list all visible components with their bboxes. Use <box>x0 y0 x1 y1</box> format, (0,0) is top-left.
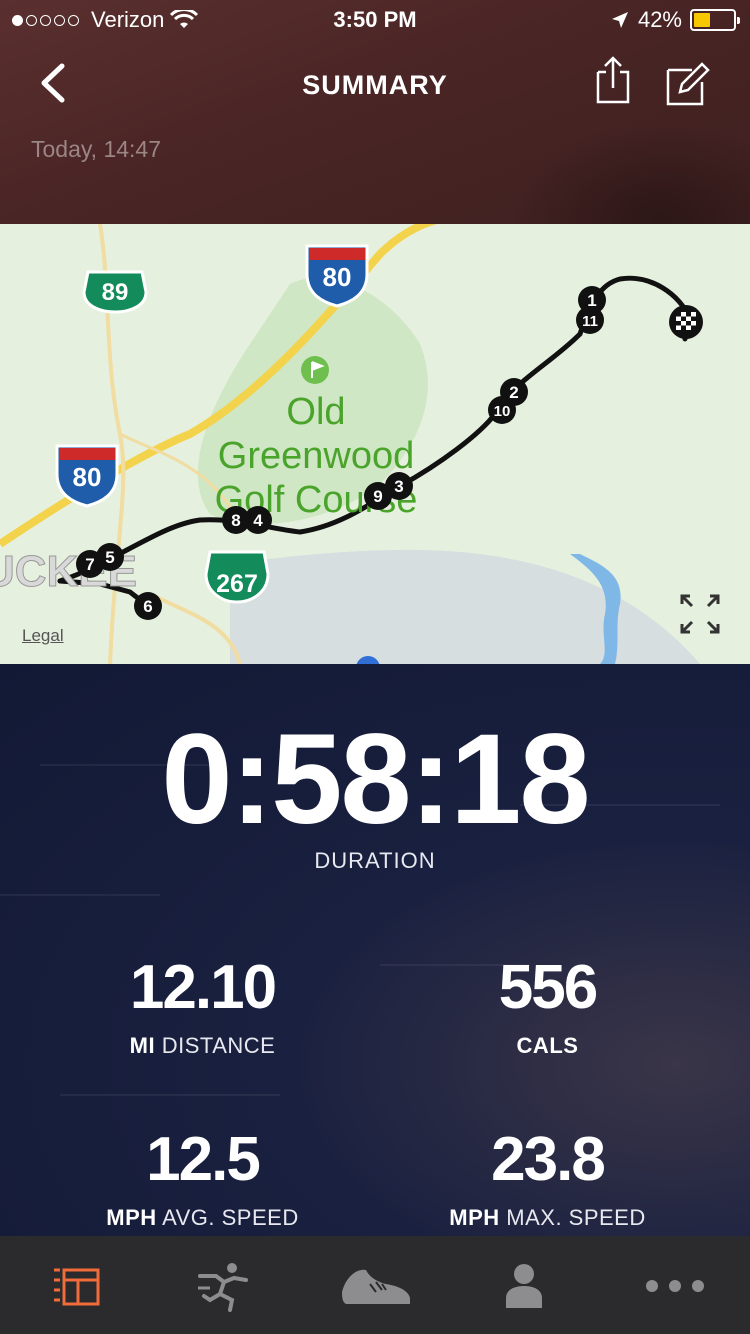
activity-date: Today, 14:47 <box>31 136 162 162</box>
split-marker-9: 9 <box>364 482 392 510</box>
tab-activity[interactable] <box>194 1258 254 1314</box>
legal-link[interactable]: Legal <box>22 626 64 646</box>
split-marker-7: 7 <box>76 550 104 578</box>
map-canvas: 89 80 80 267 Old Greenwood Golf Course U… <box>0 224 703 664</box>
interstate-80-shield-top: 80 <box>305 244 369 308</box>
expand-map-button[interactable] <box>678 592 722 636</box>
highway-267-shield: 267 <box>204 550 270 604</box>
status-right: 42% <box>610 7 740 33</box>
highway-89-shield: 89 <box>82 270 148 314</box>
svg-text:80: 80 <box>323 262 352 292</box>
feed-icon <box>54 1268 100 1306</box>
distance-label: MI DISTANCE <box>129 1033 276 1058</box>
svg-text:267: 267 <box>216 570 258 598</box>
svg-text:11: 11 <box>582 313 598 330</box>
tab-profile[interactable] <box>494 1258 554 1314</box>
stats-panel: 0:58:18 DURATION 12.10 MI DISTANCE 556 C… <box>0 664 750 1236</box>
avg-speed-value: 12.5 <box>146 1125 261 1194</box>
battery-icon <box>690 9 740 31</box>
page-title: SUMMARY <box>302 70 448 100</box>
distance-stat: 12.10 MI DISTANCE <box>15 957 390 1059</box>
calories-label: CALS <box>516 1033 579 1058</box>
split-marker-11: 11 <box>576 306 604 334</box>
finish-flag-icon <box>669 305 703 339</box>
tab-bar <box>0 1236 750 1334</box>
lake-area <box>230 549 700 664</box>
duration-value: 0:58:18 <box>161 708 590 851</box>
svg-text:6: 6 <box>143 597 152 616</box>
split-marker-6: 6 <box>134 592 162 620</box>
tab-feed[interactable] <box>46 1258 106 1314</box>
split-marker-8: 8 <box>222 506 250 534</box>
share-button[interactable] <box>590 54 636 108</box>
svg-text:7: 7 <box>85 555 94 574</box>
shoe-icon <box>342 1269 410 1304</box>
svg-text:80: 80 <box>73 462 102 492</box>
more-icon <box>646 1280 704 1292</box>
tab-shoes[interactable] <box>340 1258 412 1314</box>
svg-text:89: 89 <box>102 279 129 306</box>
activity-icon <box>198 1263 248 1312</box>
svg-text:9: 9 <box>373 487 382 506</box>
max-speed-stat: 23.8 MPH MAX. SPEED <box>360 1129 735 1231</box>
max-speed-label: MPH MAX. SPEED <box>449 1205 646 1230</box>
highway-267-road <box>149 592 242 664</box>
svg-text:5: 5 <box>105 548 114 567</box>
profile-icon <box>506 1264 542 1308</box>
duration-label: DURATION <box>314 848 436 873</box>
distance-value: 12.10 <box>129 953 277 1022</box>
header: Verizon 3:50 PM 42% SUMMARY Today, 14:47 <box>0 0 750 224</box>
route-map[interactable]: 89 80 80 267 Old Greenwood Golf Course U… <box>0 224 750 664</box>
svg-text:4: 4 <box>253 511 263 530</box>
calories-value: 556 <box>498 953 598 1022</box>
avg-speed-stat: 12.5 MPH AVG. SPEED <box>15 1129 390 1231</box>
edit-button[interactable] <box>662 58 712 108</box>
svg-text:8: 8 <box>231 511 240 530</box>
battery-percent: 42% <box>637 7 682 32</box>
svg-text:3: 3 <box>394 477 403 496</box>
calories-stat: 556 CALS <box>360 957 735 1059</box>
tab-more[interactable] <box>642 1258 708 1314</box>
avg-speed-label: MPH AVG. SPEED <box>106 1205 299 1230</box>
max-speed-value: 23.8 <box>491 1125 606 1194</box>
nav-bar: SUMMARY <box>0 50 750 120</box>
svg-text:10: 10 <box>494 403 511 420</box>
golf-course-label-1: Old <box>286 391 345 433</box>
interstate-80-shield-left: 80 <box>55 444 119 508</box>
status-bar: Verizon 3:50 PM 42% <box>0 0 750 40</box>
golf-course-label-2: Greenwood <box>218 435 414 477</box>
location-arrow-icon <box>611 12 628 28</box>
golf-icon <box>301 356 329 384</box>
split-marker-10: 10 <box>488 396 516 424</box>
